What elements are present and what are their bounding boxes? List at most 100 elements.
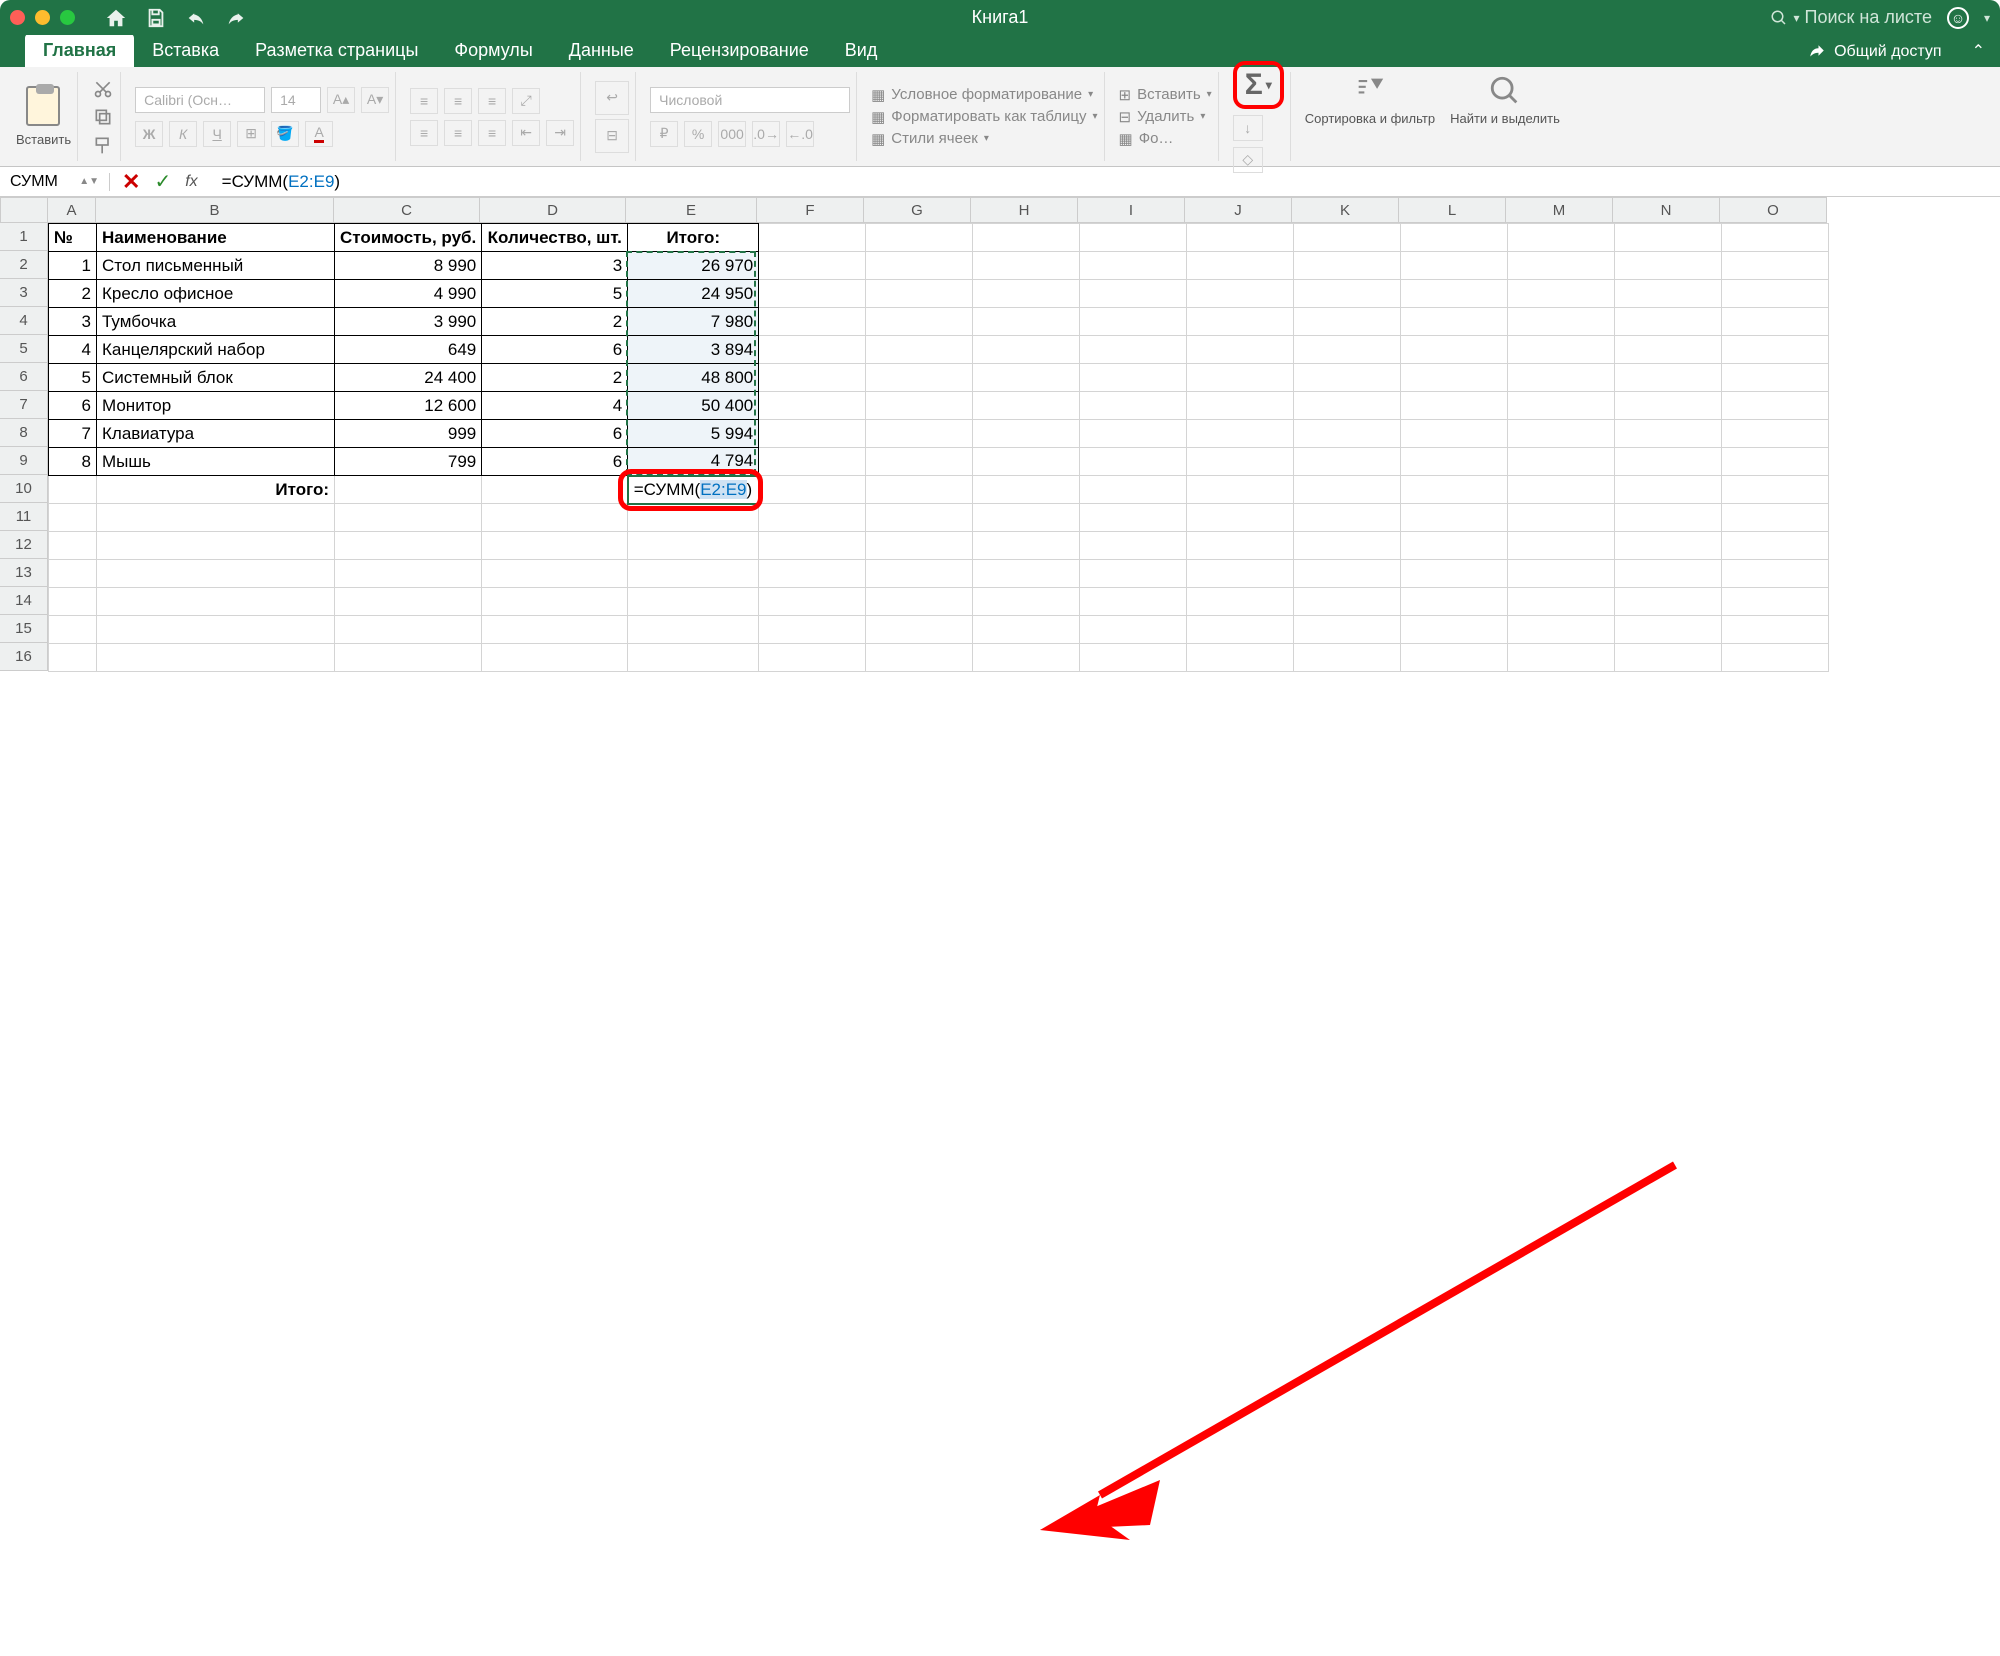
cell[interactable] xyxy=(1508,224,1615,252)
cell[interactable] xyxy=(628,616,759,644)
cell[interactable] xyxy=(1080,588,1187,616)
cell[interactable] xyxy=(1187,308,1294,336)
column-header[interactable]: D xyxy=(480,197,626,223)
cell[interactable] xyxy=(1722,308,1829,336)
cell[interactable] xyxy=(1080,560,1187,588)
align-right-button[interactable]: ≡ xyxy=(478,120,506,146)
cell[interactable] xyxy=(1722,420,1829,448)
cell[interactable]: 5 xyxy=(482,280,628,308)
cell[interactable] xyxy=(1401,560,1508,588)
fx-icon[interactable]: fx xyxy=(185,173,197,191)
cell[interactable] xyxy=(1722,224,1829,252)
cell[interactable] xyxy=(628,644,759,672)
cell[interactable] xyxy=(1187,224,1294,252)
cell[interactable] xyxy=(1722,476,1829,504)
cell[interactable] xyxy=(49,644,97,672)
cell[interactable] xyxy=(1722,504,1829,532)
cell[interactable] xyxy=(335,532,482,560)
cell[interactable] xyxy=(628,560,759,588)
font-name-select[interactable]: Calibri (Осн… xyxy=(135,87,265,113)
column-header[interactable]: M xyxy=(1506,197,1613,223)
cell[interactable]: Наименование xyxy=(97,224,335,252)
increase-font-icon[interactable]: A▴ xyxy=(327,87,355,113)
increase-decimal-button[interactable]: .0→ xyxy=(752,121,780,147)
percent-button[interactable]: % xyxy=(684,121,712,147)
cell[interactable] xyxy=(1401,532,1508,560)
cell[interactable] xyxy=(866,644,973,672)
cell[interactable] xyxy=(866,588,973,616)
column-header[interactable]: C xyxy=(334,197,480,223)
column-header[interactable]: K xyxy=(1292,197,1399,223)
cell[interactable] xyxy=(49,476,97,504)
column-header[interactable]: H xyxy=(971,197,1078,223)
tab-data[interactable]: Данные xyxy=(551,34,652,67)
cell[interactable] xyxy=(973,420,1080,448)
cell[interactable] xyxy=(1080,644,1187,672)
tab-view[interactable]: Вид xyxy=(827,34,896,67)
row-header[interactable]: 8 xyxy=(0,419,48,447)
cell[interactable] xyxy=(1294,532,1401,560)
cell[interactable] xyxy=(1080,420,1187,448)
cell[interactable] xyxy=(1615,504,1722,532)
currency-button[interactable]: ₽ xyxy=(650,121,678,147)
cell[interactable] xyxy=(1080,504,1187,532)
cell[interactable] xyxy=(1294,280,1401,308)
cell[interactable] xyxy=(49,616,97,644)
cell[interactable]: 3 894 xyxy=(628,336,759,364)
cell[interactable]: 8 990 xyxy=(335,252,482,280)
cell[interactable] xyxy=(1294,476,1401,504)
cell[interactable] xyxy=(1508,392,1615,420)
cell[interactable] xyxy=(973,476,1080,504)
tab-insert[interactable]: Вставка xyxy=(134,34,237,67)
cell[interactable] xyxy=(1615,532,1722,560)
cell[interactable] xyxy=(973,252,1080,280)
cell[interactable] xyxy=(973,308,1080,336)
cell[interactable] xyxy=(759,336,866,364)
cell[interactable] xyxy=(1615,560,1722,588)
cell[interactable]: Тумбочка xyxy=(97,308,335,336)
row-header[interactable]: 6 xyxy=(0,363,48,391)
cell[interactable] xyxy=(759,532,866,560)
delete-cells-button[interactable]: ⊟Удалить▾ xyxy=(1119,108,1212,126)
cell[interactable] xyxy=(866,420,973,448)
cell[interactable] xyxy=(1722,644,1829,672)
increase-indent-button[interactable]: ⇥ xyxy=(546,120,574,146)
cell[interactable] xyxy=(1187,280,1294,308)
cell[interactable] xyxy=(1615,392,1722,420)
conditional-formatting-button[interactable]: ▦Условное форматирование▾ xyxy=(871,86,1097,104)
row-header[interactable]: 12 xyxy=(0,531,48,559)
cell[interactable]: 6 xyxy=(482,420,628,448)
cell[interactable] xyxy=(866,252,973,280)
row-header[interactable]: 11 xyxy=(0,503,48,531)
cell[interactable] xyxy=(1722,588,1829,616)
column-header[interactable]: B xyxy=(96,197,334,223)
minimize-window-button[interactable] xyxy=(35,10,50,25)
cell[interactable] xyxy=(759,644,866,672)
cell[interactable] xyxy=(335,588,482,616)
feedback-icon[interactable]: ☺ xyxy=(1947,7,1969,29)
number-format-select[interactable]: Числовой xyxy=(650,87,850,113)
cell[interactable] xyxy=(1080,392,1187,420)
cell[interactable]: 24 400 xyxy=(335,364,482,392)
formula-input[interactable]: =СУММ(E2:E9) xyxy=(210,172,352,192)
copy-icon[interactable] xyxy=(92,107,114,127)
row-header[interactable]: 1 xyxy=(0,223,48,251)
cell[interactable] xyxy=(482,616,628,644)
cell[interactable] xyxy=(97,644,335,672)
name-box[interactable]: СУММ ▲▼ xyxy=(0,173,110,191)
align-middle-button[interactable]: ≡ xyxy=(444,88,472,114)
cell[interactable]: 4 794 xyxy=(628,448,759,476)
cell[interactable]: 2 xyxy=(482,364,628,392)
cell[interactable] xyxy=(335,644,482,672)
cell[interactable] xyxy=(1401,224,1508,252)
cell[interactable] xyxy=(759,364,866,392)
cell[interactable] xyxy=(973,280,1080,308)
cell[interactable]: 1 xyxy=(49,252,97,280)
cell[interactable] xyxy=(1615,476,1722,504)
undo-icon[interactable] xyxy=(185,7,207,29)
row-header[interactable]: 10 xyxy=(0,475,48,503)
cell[interactable]: 649 xyxy=(335,336,482,364)
align-left-button[interactable]: ≡ xyxy=(410,120,438,146)
column-header[interactable]: E xyxy=(626,197,757,223)
cell[interactable] xyxy=(1187,392,1294,420)
